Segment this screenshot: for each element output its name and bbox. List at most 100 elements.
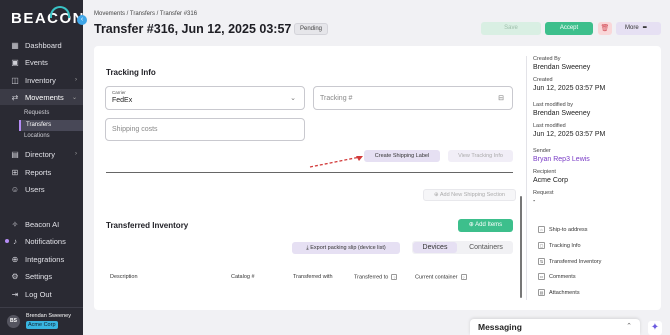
sidebar-item-label: Notifications — [25, 236, 66, 246]
view-tracking-info-button[interactable]: View Tracking Info — [448, 150, 513, 162]
scrollbar[interactable] — [520, 196, 522, 298]
sidebar-item-inventory[interactable]: ◫ Inventory › — [0, 72, 83, 88]
tracking-number-field[interactable]: Tracking # ⊟ — [313, 86, 513, 110]
devices-containers-toggle: Devices Containers — [412, 241, 513, 254]
add-items-button[interactable]: ⊕ Add Items — [458, 219, 513, 232]
transferred-inventory-title: Transferred Inventory — [106, 221, 189, 230]
package-icon: ▢ — [538, 242, 545, 249]
export-label: Export packing slip (device list) — [310, 245, 386, 251]
status-badge: Pending — [294, 23, 329, 35]
shipping-costs-field[interactable]: Shipping costs — [105, 118, 305, 141]
more-dots-icon: ••• — [642, 25, 647, 31]
sidebar-item-beacon-ai[interactable]: ✧ Beacon AI — [0, 216, 83, 232]
more-button[interactable]: More ••• — [616, 22, 661, 35]
sidebar-item-events[interactable]: ▣ Events — [0, 54, 83, 70]
sidebar-item-label: Movements — [25, 92, 64, 102]
help-icon[interactable]: ? — [460, 274, 467, 280]
sidebar-item-label: Integrations — [25, 254, 65, 264]
sidebar-item-dashboard[interactable]: ▦ Dashboard — [0, 37, 83, 53]
notification-dot-icon — [5, 239, 9, 243]
chevron-up-icon[interactable]: ⌃ — [626, 322, 632, 330]
sidebar-subitem-locations[interactable]: Locations — [19, 131, 83, 142]
trash-icon[interactable]: 🗑 — [598, 22, 612, 35]
messaging-panel[interactable]: Messaging ⌃ — [470, 319, 640, 335]
attachment-icon: ▤ — [538, 289, 545, 296]
recipient-value: Acme Corp — [533, 177, 569, 184]
details-divider — [526, 56, 527, 300]
sidebar-item-label: Beacon AI — [25, 219, 60, 229]
sidebar-item-label: Users — [25, 184, 45, 194]
help-icon[interactable]: ? — [391, 274, 398, 280]
last-modified-label: Last modified — [533, 123, 566, 129]
sender-link[interactable]: Bryan Rep3 Lewis — [533, 156, 590, 163]
carrier-select[interactable]: Carrier FedEx ⌄ — [105, 86, 305, 110]
nav-link-comments[interactable]: ▭ Comments — [538, 273, 576, 280]
calendar-icon: ▣ — [11, 57, 19, 67]
directory-icon: ▤ — [11, 149, 19, 159]
integrations-icon: ⊕ — [11, 254, 19, 264]
logout-icon: ⇥ — [11, 289, 19, 299]
sidebar-item-label: Reports — [25, 167, 52, 177]
nav-link-attachments[interactable]: ▤ Attachments — [538, 289, 580, 296]
messaging-label: Messaging — [478, 322, 522, 332]
sidebar-item-logout[interactable]: ⇥ Log Out — [0, 286, 83, 302]
recipient-label: Recipient — [533, 169, 556, 175]
nav-link-tracking-info[interactable]: ▢ Tracking Info — [538, 242, 581, 249]
nav-link-label: Transferred Inventory — [549, 258, 602, 265]
toggle-devices[interactable]: Devices — [413, 242, 457, 253]
chevron-right-icon: › — [75, 151, 77, 157]
sidebar-subitem-requests[interactable]: Requests — [19, 108, 83, 119]
user-profile[interactable]: BS Brendan Sweeney Acme Corp — [0, 307, 83, 335]
home-icon: ⌂ — [538, 226, 545, 233]
sidebar-item-directory[interactable]: ▤ Directory › — [0, 146, 83, 162]
sidebar-item-integrations[interactable]: ⊕ Integrations — [0, 251, 83, 267]
chevron-left-icon[interactable]: ‹ — [77, 15, 87, 25]
section-divider — [106, 172, 513, 173]
request-value: - — [533, 198, 536, 205]
nav-link-label: Attachments — [549, 289, 580, 296]
add-shipping-section-label: Add New Shipping Section — [439, 192, 505, 198]
save-button[interactable]: Save — [481, 22, 541, 35]
transfer-icon: ⇅ — [538, 258, 545, 265]
shipping-costs-placeholder: Shipping costs — [112, 126, 158, 133]
user-name: Brendan Sweeney — [26, 313, 71, 319]
barcode-scan-icon[interactable]: ⊟ — [498, 94, 504, 102]
sidebar-item-settings[interactable]: ⚙ Settings — [0, 268, 83, 284]
nav-link-ship-to-address[interactable]: ⌂ Ship-to address — [538, 226, 588, 233]
carrier-value: FedEx — [112, 97, 133, 104]
sidebar-item-reports[interactable]: ⊞ Reports — [0, 164, 83, 180]
created-value: Jun 12, 2025 03:57 PM — [533, 85, 606, 92]
sidebar-item-label: Directory — [25, 149, 56, 159]
tracking-placeholder: Tracking # — [320, 95, 353, 102]
reports-icon: ⊞ — [11, 167, 19, 177]
app-logo[interactable]: BEACON — [11, 10, 85, 27]
nav-link-label: Ship-to address — [549, 226, 588, 233]
page-title: Transfer #316, Jun 12, 2025 03:57 PM — [94, 22, 314, 36]
sidebar-item-label: Inventory — [25, 75, 56, 85]
user-org-badge: Acme Corp — [26, 321, 58, 329]
inventory-icon: ◫ — [11, 75, 19, 85]
sidebar-subitem-transfers[interactable]: Transfers — [19, 120, 83, 131]
toggle-containers[interactable]: Containers — [461, 242, 511, 253]
export-packing-slip-button[interactable]: ⤓ Export packing slip (device list) — [292, 242, 400, 254]
request-label: Request — [533, 190, 554, 196]
avatar: BS — [7, 315, 20, 328]
nav-link-transferred-inventory[interactable]: ⇅ Transferred Inventory — [538, 258, 601, 265]
chevron-down-icon: ⌄ — [290, 95, 296, 102]
accept-button[interactable]: Accept — [545, 22, 593, 35]
sidebar-item-label: Log Out — [25, 289, 52, 299]
sidebar-item-users[interactable]: ☺ Users — [0, 181, 83, 197]
add-shipping-section-button[interactable]: ⊕ Add New Shipping Section — [423, 189, 516, 201]
column-header-label: Transferred to — [354, 274, 389, 281]
sender-label: Sender — [533, 148, 551, 154]
column-header-description: Description — [110, 274, 138, 280]
create-shipping-label-button[interactable]: Create Shipping Label — [364, 150, 440, 162]
more-label: More — [625, 25, 639, 31]
sidebar-item-label: Events — [25, 57, 48, 67]
sidebar-item-notifications[interactable]: ♪ Notifications — [0, 233, 83, 249]
ai-icon: ✧ — [11, 219, 19, 229]
breadcrumb[interactable]: Movements / Transfers / Transfer #316 — [94, 11, 197, 17]
sparkle-icon[interactable]: ✦ — [648, 321, 662, 335]
sidebar-item-movements[interactable]: ⇄ Movements ⌄ — [0, 89, 83, 105]
sidebar-item-label: Settings — [25, 271, 53, 281]
